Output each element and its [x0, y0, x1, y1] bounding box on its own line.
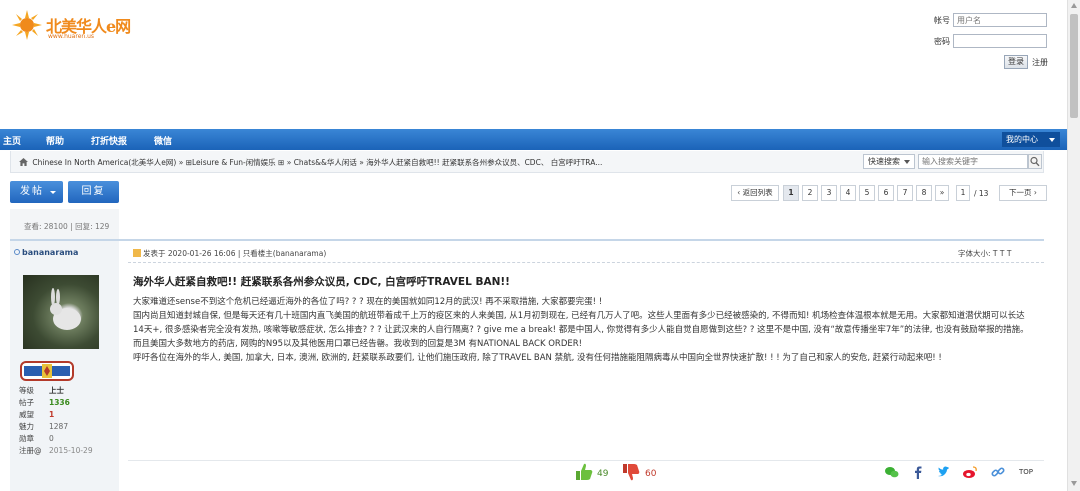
login-button[interactable]: 登录 [1004, 55, 1028, 69]
back-to-list-button[interactable]: ‹ 返回列表 [731, 185, 779, 201]
vertical-scrollbar[interactable] [1067, 0, 1080, 491]
divider [128, 262, 1044, 263]
nav-home[interactable]: 主页 [3, 134, 21, 147]
page-5[interactable]: 5 [859, 185, 875, 201]
view-reply-count: 查看: 28100 | 回复: 129 [24, 222, 110, 231]
breadcrumb-bar: Chinese In North America(北美华人e网) » ⊞Leis… [10, 151, 1044, 173]
quick-search-select[interactable]: 快速搜索 [863, 154, 915, 169]
page-6[interactable]: 6 [878, 185, 894, 201]
sun-logo-icon [12, 10, 42, 40]
author-name[interactable]: bananarama [14, 248, 78, 257]
post-paragraph: 国内尚且知道封城自保, 但是每天还有几十班国内直飞美国的航班带着成千上万的疫区来… [133, 311, 1029, 349]
back-to-top-link[interactable]: TOP [1019, 468, 1033, 476]
divider [10, 239, 1044, 241]
post-paragraph: 呼吁各位在海外的华人, 美国, 加拿大, 日本, 澳洲, 欧洲的, 赶紧联系政要… [133, 353, 942, 363]
post-paragraph: 大家难道还sense不到这个危机已经逼近海外的各位了吗? ? ? 现在的美国就如… [133, 297, 603, 307]
username-input[interactable] [953, 13, 1047, 27]
page-total: / 13 [974, 189, 989, 198]
user-charm: 魅力 1287 [19, 422, 69, 431]
dislike-count: 60 [645, 469, 657, 479]
user-posts: 帖子 1336 [19, 398, 70, 407]
page-4[interactable]: 4 [840, 185, 856, 201]
page-7[interactable]: 7 [897, 185, 913, 201]
post-meta[interactable]: 发表于 2020-01-26 16:06 | 只看楼主(bananarama) [133, 248, 326, 259]
post-button[interactable]: 发帖 [10, 181, 63, 203]
weibo-share-icon[interactable] [962, 464, 978, 480]
main-nav: 主页 帮助 打折快报 微信 我的中心 [0, 129, 1067, 150]
like-count: 49 [597, 469, 609, 479]
home-icon[interactable] [19, 158, 28, 166]
divider [128, 460, 1044, 461]
page-jump-input[interactable]: 1 [956, 185, 970, 201]
user-prestige: 威望 1 [19, 410, 55, 419]
page-3[interactable]: 3 [821, 185, 837, 201]
page-2[interactable]: 2 [802, 185, 818, 201]
more-pages-button[interactable]: » [935, 185, 949, 201]
medal-badge[interactable] [20, 361, 74, 381]
search-button[interactable] [1028, 154, 1042, 169]
thumbs-up-icon[interactable] [574, 462, 594, 482]
thread-stats: 查看: 28100 | 回复: 129 [10, 209, 119, 239]
link-share-icon[interactable] [990, 464, 1006, 480]
user-rank: 等级 上士 [19, 386, 64, 395]
page-1[interactable]: 1 [783, 185, 799, 201]
medal-icon [24, 364, 70, 378]
chevron-down-icon [1049, 138, 1055, 142]
breadcrumb-text[interactable]: Chinese In North America(北美华人e网) » ⊞Leis… [32, 158, 602, 167]
chevron-down-icon [50, 191, 56, 194]
scroll-up-icon[interactable] [1071, 3, 1077, 8]
my-center-label: 我的中心 [1006, 135, 1038, 144]
font-size-control[interactable]: 字体大小: T T T [958, 248, 1011, 259]
post-button-label: 发帖 [20, 186, 44, 197]
scroll-down-icon[interactable] [1071, 481, 1077, 486]
twitter-share-icon[interactable] [936, 464, 952, 480]
password-label: 密码 [934, 37, 950, 46]
post-title: 海外华人赶紧自救吧!! 赶紧联系各州参众议员, CDC, 白宫呼吁TRAVEL … [133, 276, 510, 288]
avatar[interactable] [23, 275, 99, 349]
search-icon [1030, 156, 1040, 167]
facebook-share-icon[interactable] [910, 464, 926, 480]
page-8[interactable]: 8 [916, 185, 932, 201]
user-medals: 勋章 0 [19, 434, 54, 443]
user-registered: 注册@ 2015-10-29 [19, 446, 93, 455]
rabbit-avatar-icon [50, 288, 81, 330]
chevron-down-icon [904, 160, 910, 164]
site-logo[interactable]: 北美华人e网 www.huaren.us [10, 8, 150, 42]
breadcrumb[interactable]: Chinese In North America(北美华人e网) » ⊞Leis… [19, 157, 602, 168]
wechat-share-icon[interactable] [884, 464, 900, 480]
nav-wechat[interactable]: 微信 [154, 134, 172, 147]
thumbs-down-icon[interactable] [621, 462, 641, 482]
reply-button[interactable]: 回复 [68, 181, 119, 203]
nav-deals[interactable]: 打折快报 [91, 134, 127, 147]
my-center-dropdown[interactable]: 我的中心 [1002, 132, 1060, 147]
post-icon [133, 249, 141, 257]
online-status-icon [14, 249, 20, 255]
scroll-thumb[interactable] [1070, 14, 1078, 118]
author-sidebar: bananarama 等级 上士 帖子 1336 威望 1 魅力 1287 勋章 0 注册… [10, 241, 119, 491]
post-body: 大家难道还sense不到这个危机已经逼近海外的各位了吗? ? ? 现在的美国就如… [133, 295, 1033, 365]
nav-help[interactable]: 帮助 [46, 134, 64, 147]
password-input[interactable] [953, 34, 1047, 48]
quick-search-label: 快速搜索 [868, 157, 900, 166]
search-input[interactable] [918, 154, 1028, 169]
next-page-button[interactable]: 下一页 › [999, 185, 1047, 201]
username-label: 帐号 [934, 16, 950, 25]
logo-url: www.huaren.us [48, 33, 95, 40]
register-link[interactable]: 注册 [1032, 57, 1048, 68]
